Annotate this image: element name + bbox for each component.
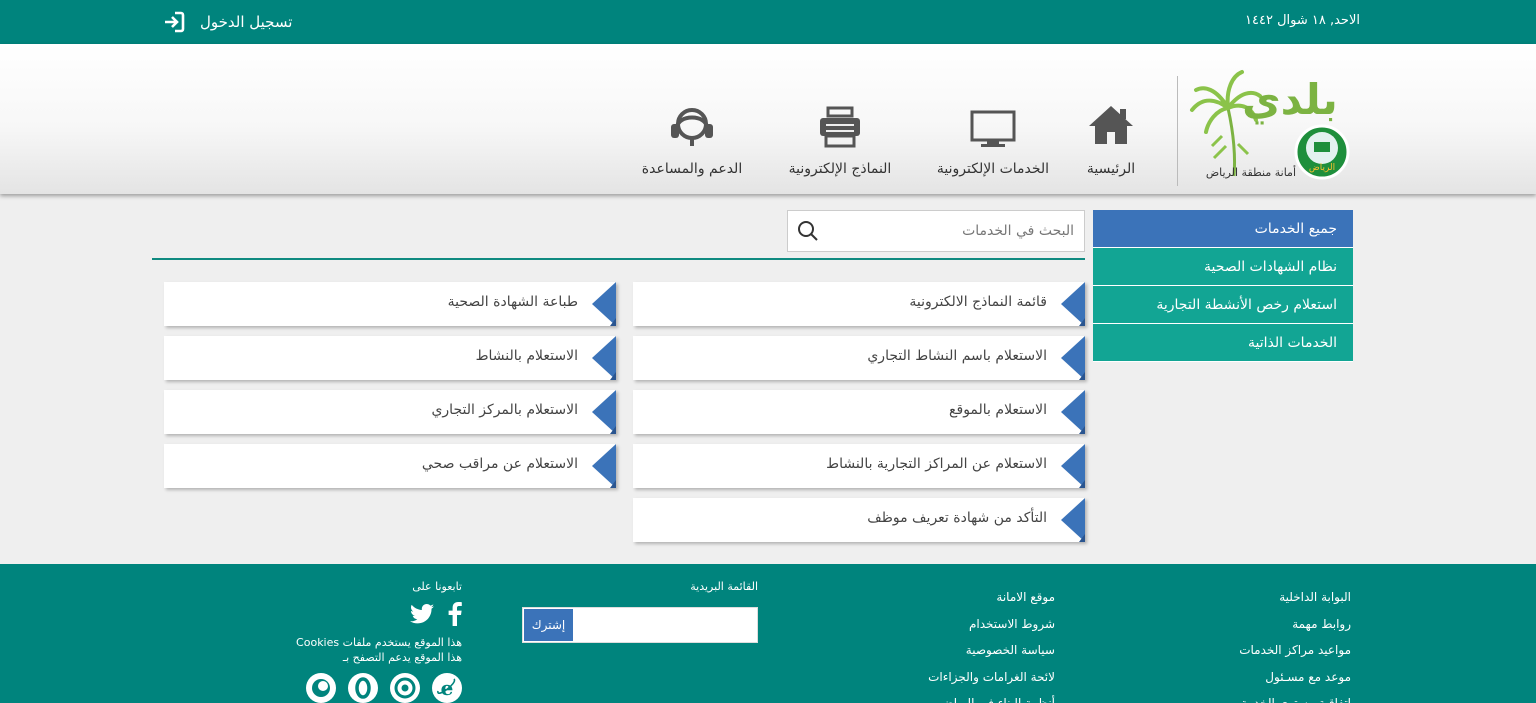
service-card-label: الاستعلام بالموقع <box>949 402 1047 418</box>
twitter-icon[interactable] <box>410 604 434 624</box>
footer-link[interactable]: لائحة الغرامات والجزاءات <box>928 664 1055 691</box>
sidebar-item-all-services[interactable]: جميع الخدمات <box>1093 210 1353 248</box>
nav-support-label: الدعم والمساعدة <box>641 161 743 177</box>
login-icon <box>165 11 185 33</box>
svg-text:e: e <box>441 677 454 699</box>
top-bar: الاحد, ١٨ شوال ١٤٤٢ تسجيل الدخول <box>0 0 1536 44</box>
site-footer: البوابة الداخلية روابط مهمة مواعيد مراكز… <box>0 564 1536 703</box>
cookies-note: هذا الموقع يستخدم ملفات Cookies <box>296 636 462 649</box>
footer-link[interactable]: اتفاقية مستوى الخدمة <box>1239 690 1351 703</box>
service-card[interactable]: طباعة الشهادة الصحية <box>164 282 616 326</box>
footer-link[interactable]: روابط مهمة <box>1239 611 1351 638</box>
service-card[interactable]: التأكد من شهادة تعريف موظف <box>633 498 1085 542</box>
service-card-label: الاستعلام بالمركز التجاري <box>431 402 578 418</box>
login-link[interactable]: تسجيل الدخول <box>162 10 292 34</box>
social-section: تابعونا على هذا الموقع يستخدم ملفات Cook… <box>262 580 462 703</box>
newsletter: القائمة البريدية إشترك <box>522 580 758 643</box>
opera-icon <box>348 673 378 703</box>
service-card[interactable]: الاستعلام بالنشاط <box>164 336 616 380</box>
footer-link[interactable]: موعد مع مسـئول <box>1239 664 1351 691</box>
arrow-flag-icon <box>1061 282 1085 326</box>
nav-eforms[interactable]: النماذج الإلكترونية <box>780 106 900 177</box>
service-card-label: طباعة الشهادة الصحية <box>447 294 578 310</box>
firefox-icon <box>306 673 336 703</box>
headset-icon <box>671 108 713 146</box>
current-date: الاحد, ١٨ شوال ١٤٤٢ <box>1245 13 1360 28</box>
social-icons <box>262 601 462 627</box>
arrow-flag-icon <box>1061 336 1085 380</box>
section-divider <box>152 258 1085 260</box>
footer-links-primary: البوابة الداخلية روابط مهمة مواعيد مراكز… <box>1239 584 1351 703</box>
search-button[interactable] <box>788 211 828 251</box>
arrow-flag-icon <box>592 336 616 380</box>
subscribe-button[interactable]: إشترك <box>523 608 574 642</box>
nav-home[interactable]: الرئيسية <box>1076 102 1146 177</box>
monitor-icon <box>970 110 1016 147</box>
service-card-label: قائمة النماذج الالكترونية <box>909 294 1047 310</box>
social-title: تابعونا على <box>412 580 462 593</box>
browsers-note: هذا الموقع يدعم التصفح بـ <box>342 651 462 664</box>
newsletter-email-input[interactable] <box>574 608 757 642</box>
arrow-flag-icon <box>592 282 616 326</box>
login-label: تسجيل الدخول <box>200 13 293 31</box>
logo-wordmark: بلدي <box>1242 75 1338 124</box>
arrow-flag-icon <box>1061 444 1085 488</box>
nav-support[interactable]: الدعم والمساعدة <box>632 104 752 177</box>
search-input[interactable] <box>828 211 1084 251</box>
arrow-flag-icon <box>1061 390 1085 434</box>
sidebar-item-self-services[interactable]: الخدمات الذاتية <box>1093 324 1353 362</box>
services-sidebar: جميع الخدمات نظام الشهادات الصحية استعلا… <box>1093 210 1353 362</box>
home-icon <box>1089 106 1133 144</box>
nav-home-label: الرئيسية <box>1086 161 1136 177</box>
footer-link[interactable]: مواعيد مراكز الخدمات <box>1239 637 1351 664</box>
service-card[interactable]: الاستعلام بالموقع <box>633 390 1085 434</box>
service-card-label: الاستعلام باسم النشاط التجاري <box>867 348 1047 364</box>
newsletter-title: القائمة البريدية <box>690 580 758 593</box>
service-card[interactable]: قائمة النماذج الالكترونية <box>633 282 1085 326</box>
service-card[interactable]: الاستعلام باسم النشاط التجاري <box>633 336 1085 380</box>
search-icon <box>798 221 818 241</box>
footer-link[interactable]: موقع الامانة <box>928 584 1055 611</box>
nav-eforms-label: النماذج الإلكترونية <box>788 161 892 177</box>
service-card[interactable]: الاستعلام بالمركز التجاري <box>164 390 616 434</box>
service-card-label: الاستعلام عن المراكز التجارية بالنشاط <box>826 456 1047 472</box>
footer-links-secondary: موقع الامانة شروط الاستخدام سياسة الخصوص… <box>928 584 1055 703</box>
newsletter-form: إشترك <box>522 607 758 643</box>
logo-divider <box>1177 76 1178 186</box>
sidebar-item-health-certificates[interactable]: نظام الشهادات الصحية <box>1093 248 1353 286</box>
emblem-text: الرياض <box>1309 163 1335 173</box>
printer-icon <box>820 106 860 148</box>
sidebar-item-license-inquiry[interactable]: استعلام رخص الأنشطة التجارية <box>1093 286 1353 324</box>
service-card[interactable]: الاستعلام عن مراقب صحي <box>164 444 616 488</box>
service-card-label: الاستعلام بالنشاط <box>475 348 578 364</box>
supported-browsers: e <box>262 673 462 703</box>
footer-link[interactable]: سياسة الخصوصية <box>928 637 1055 664</box>
arrow-flag-icon <box>592 444 616 488</box>
footer-link[interactable]: أنظمة البناء في الرياض <box>928 690 1055 703</box>
footer-link[interactable]: شروط الاستخدام <box>928 611 1055 638</box>
nav-eservices[interactable]: الخدمات الإلكترونية <box>928 110 1058 177</box>
nav-eservices-label: الخدمات الإلكترونية <box>936 161 1050 177</box>
facebook-icon[interactable] <box>448 602 462 626</box>
ie-icon: e <box>432 673 462 703</box>
chrome-icon <box>390 673 420 703</box>
arrow-flag-icon <box>1061 498 1085 542</box>
site-header: بلدي الرياض أمانة منطقة الرياض الرئيسية … <box>0 44 1536 194</box>
logo-caption: أمانة منطقة الرياض <box>1205 166 1296 179</box>
service-card[interactable]: الاستعلام عن المراكز التجارية بالنشاط <box>633 444 1085 488</box>
service-card-label: الاستعلام عن مراقب صحي <box>421 456 578 472</box>
service-card-label: التأكد من شهادة تعريف موظف <box>867 510 1047 526</box>
service-search <box>787 210 1085 252</box>
arrow-flag-icon <box>592 390 616 434</box>
footer-link[interactable]: البوابة الداخلية <box>1239 584 1351 611</box>
